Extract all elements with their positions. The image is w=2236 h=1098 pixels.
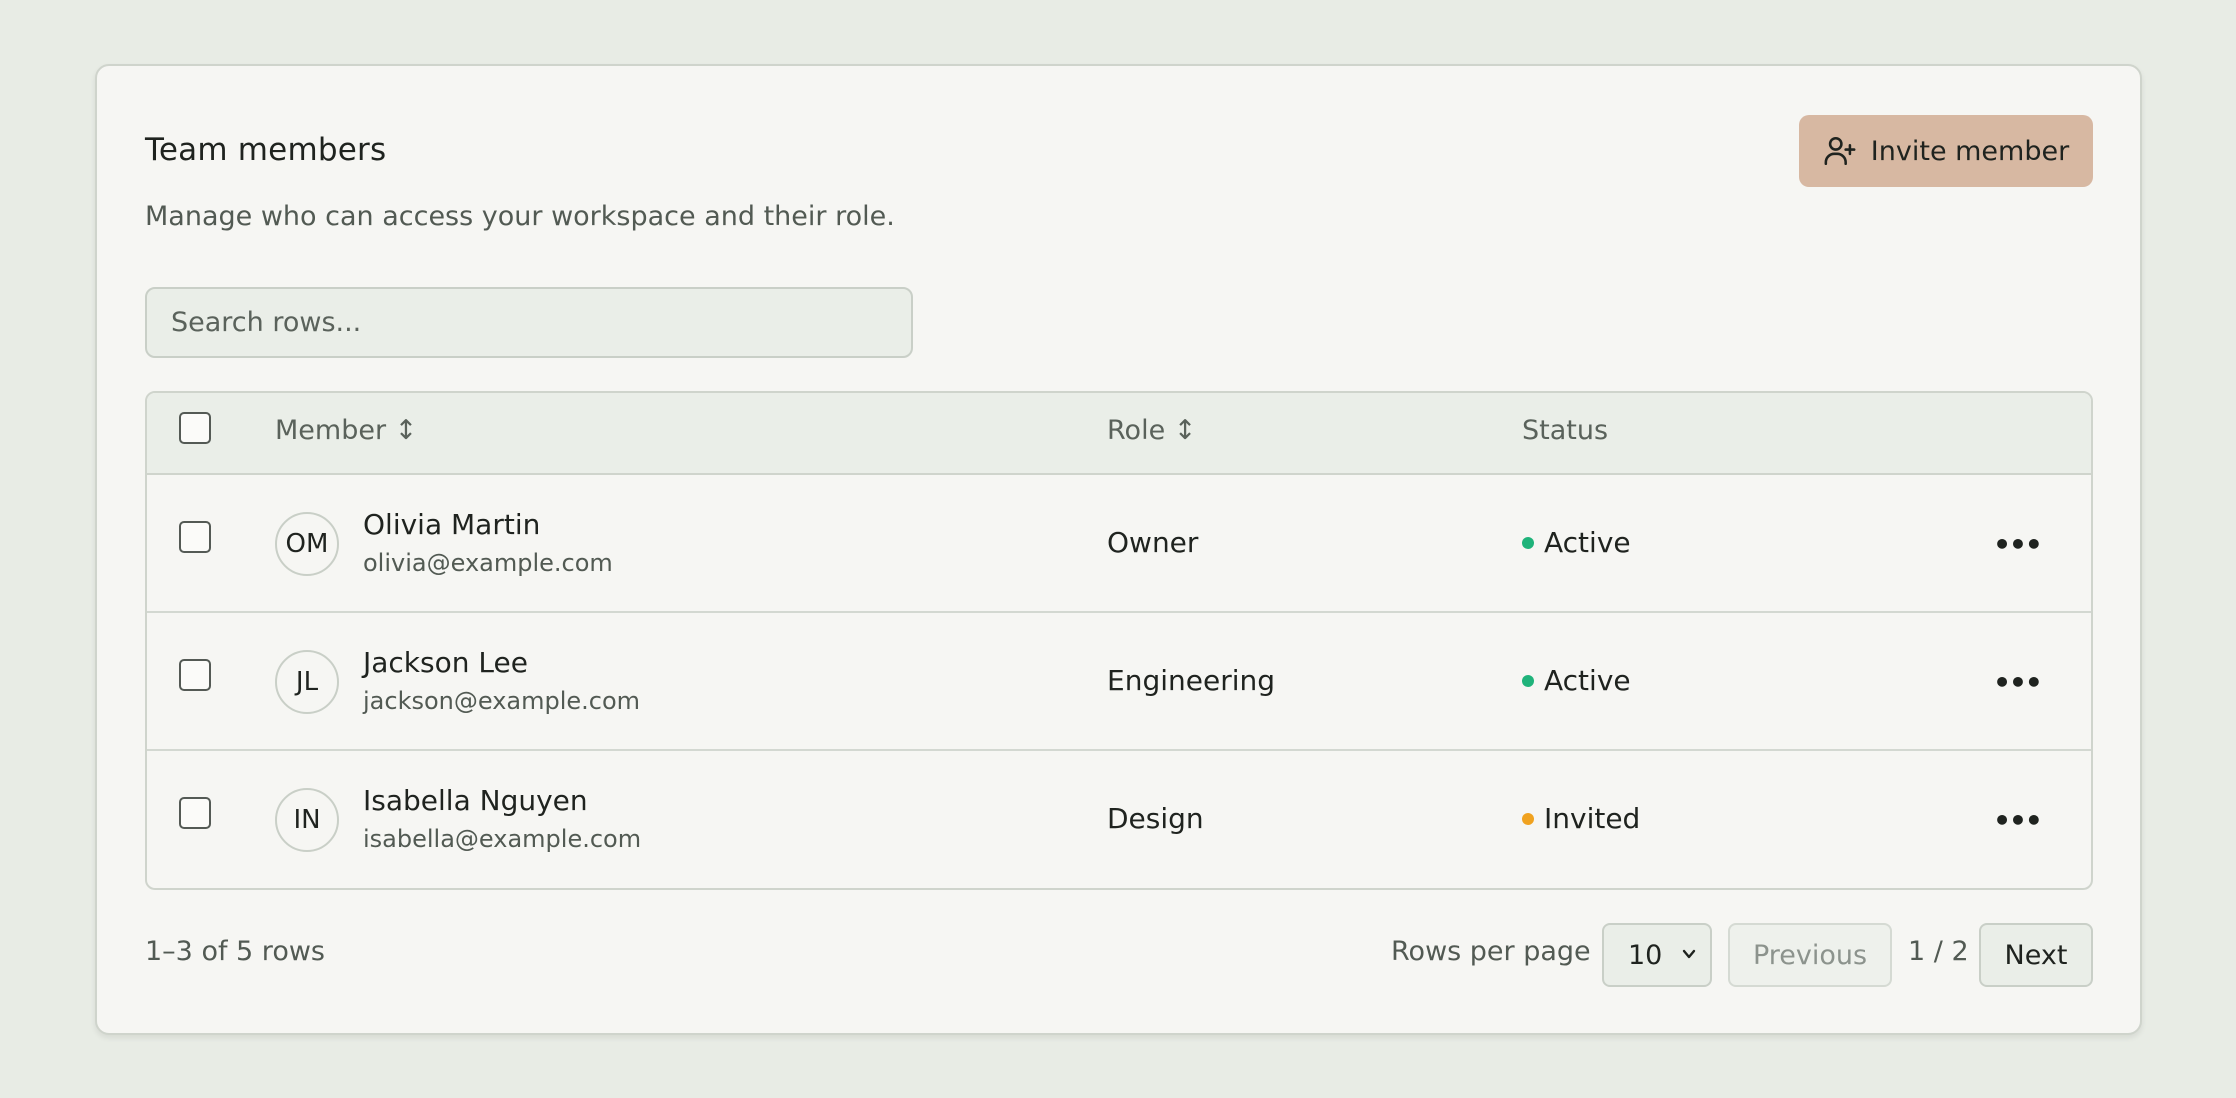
row-checkbox[interactable] — [179, 797, 211, 829]
pagination-summary: 1–3 of 5 rows — [145, 936, 325, 967]
status-label: Invited — [1544, 802, 1641, 835]
rows-per-page-value: 10 — [1628, 939, 1663, 971]
member-email: isabella@example.com — [363, 825, 642, 853]
search-input[interactable] — [145, 287, 913, 358]
member-email: olivia@example.com — [363, 549, 613, 577]
avatar: IN — [275, 788, 339, 852]
status-dot-icon — [1522, 812, 1534, 825]
member-email: jackson@example.com — [363, 687, 641, 715]
rows-per-page-label: Rows per page — [1391, 936, 1591, 967]
user-plus-icon — [1824, 136, 1856, 166]
members-table: Member ↕ Role ↕ Status OM Olivia Martin … — [145, 391, 2093, 890]
status-label: Active — [1544, 526, 1631, 559]
invite-member-button[interactable]: Invite member — [1799, 115, 2093, 187]
member-role: Engineering — [1107, 664, 1275, 697]
member-role: Design — [1107, 802, 1204, 835]
page-title: Team members — [145, 132, 387, 168]
member-name: Isabella Nguyen — [363, 784, 588, 817]
table-header: Member ↕ Role ↕ Status — [147, 393, 2091, 475]
status-badge: Active — [1522, 664, 1631, 697]
status-label: Active — [1544, 664, 1631, 697]
page-indicator: 1 / 2 — [1908, 936, 1969, 967]
status-badge: Active — [1522, 526, 1631, 559]
status-dot-icon — [1522, 536, 1534, 549]
chevron-down-icon — [1682, 949, 1696, 959]
member-name: Jackson Lee — [363, 646, 528, 679]
more-horizontal-icon[interactable]: ••• — [1993, 800, 2043, 840]
table-row: IN Isabella Nguyen isabella@example.com … — [147, 751, 2091, 888]
status-dot-icon — [1522, 674, 1534, 687]
rows-per-page-select[interactable]: 10 — [1602, 923, 1712, 987]
avatar: OM — [275, 512, 339, 576]
column-header-member[interactable]: Member ↕ — [275, 415, 417, 446]
avatar: JL — [275, 650, 339, 714]
more-horizontal-icon[interactable]: ••• — [1993, 662, 2043, 702]
previous-page-button[interactable]: Previous — [1728, 923, 1892, 987]
row-checkbox[interactable] — [179, 521, 211, 553]
member-name: Olivia Martin — [363, 508, 541, 541]
team-members-card: Team members Manage who can access your … — [95, 64, 2142, 1035]
invite-member-label: Invite member — [1870, 135, 2070, 167]
page-subtitle: Manage who can access your workspace and… — [145, 201, 895, 232]
status-badge: Invited — [1522, 802, 1640, 835]
next-page-button[interactable]: Next — [1979, 923, 2093, 987]
select-all-checkbox[interactable] — [179, 412, 211, 444]
table-row: OM Olivia Martin olivia@example.com Owne… — [147, 475, 2091, 613]
column-header-status: Status — [1522, 415, 1609, 446]
member-role: Owner — [1107, 526, 1199, 559]
table-row: JL Jackson Lee jackson@example.com Engin… — [147, 613, 2091, 751]
row-checkbox[interactable] — [179, 659, 211, 691]
more-horizontal-icon[interactable]: ••• — [1993, 524, 2043, 564]
column-header-role[interactable]: Role ↕ — [1107, 415, 1196, 446]
